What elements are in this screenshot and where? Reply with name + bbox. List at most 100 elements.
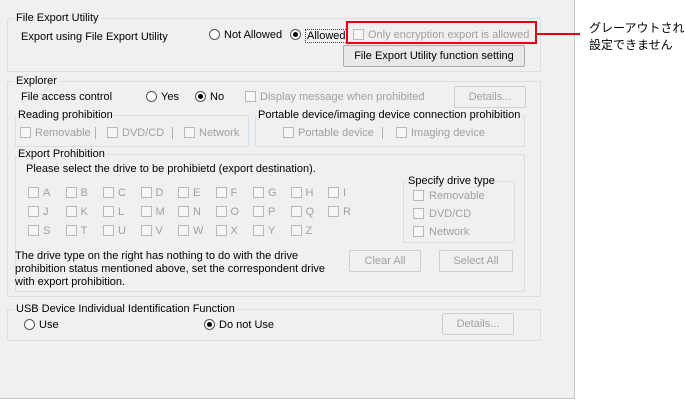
drive-b-label[interactable]: B: [81, 187, 88, 200]
reading-network-checkbox[interactable]: [184, 127, 195, 138]
allowed-label[interactable]: Allowed: [305, 29, 348, 43]
drive-m-label[interactable]: M: [156, 206, 165, 219]
drive-r-checkbox[interactable]: [328, 206, 339, 217]
imaging-device-label[interactable]: Imaging device: [411, 127, 485, 140]
drive-s-label[interactable]: S: [43, 225, 50, 238]
drive-u-label[interactable]: U: [118, 225, 126, 238]
annotation-line2: 設定できません: [589, 38, 673, 52]
drive-w-label[interactable]: W: [193, 225, 203, 238]
file-export-label: Export using File Export Utility: [21, 31, 168, 43]
drive-z-label[interactable]: Z: [306, 225, 313, 238]
reading-dvdcd-checkbox[interactable]: [107, 127, 118, 138]
drive-n-checkbox[interactable]: [178, 206, 189, 217]
drive-b-checkbox[interactable]: [65, 187, 77, 198]
reading-network-label[interactable]: Network: [199, 127, 239, 140]
drive-u-checkbox[interactable]: [103, 225, 114, 236]
drive-type-network-checkbox[interactable]: [413, 226, 424, 237]
drive-m-checkbox[interactable]: [140, 206, 152, 217]
usb-details-button[interactable]: Details...: [442, 313, 514, 335]
separator: [95, 127, 96, 139]
not-allowed-radio[interactable]: [209, 29, 220, 40]
drive-n-label[interactable]: N: [193, 206, 201, 219]
file-export-setting-button[interactable]: File Export Utility function setting: [343, 45, 525, 67]
drive-f-checkbox[interactable]: [215, 187, 227, 198]
drive-type-title: Specify drive type: [406, 175, 497, 188]
drive-w-checkbox[interactable]: [178, 225, 189, 236]
drive-o-checkbox[interactable]: [215, 206, 227, 217]
drive-g-label[interactable]: G: [268, 187, 277, 200]
usb-do-not-use-radio[interactable]: [204, 319, 215, 330]
drive-type-removable-label[interactable]: Removable: [429, 190, 485, 203]
drive-g-checkbox[interactable]: [253, 187, 264, 198]
drive-j-checkbox[interactable]: [28, 206, 39, 217]
allowed-radio[interactable]: [290, 29, 301, 40]
drive-v-label[interactable]: V: [156, 225, 163, 238]
drive-k-label[interactable]: K: [81, 206, 88, 219]
usb-do-not-use-label[interactable]: Do not Use: [219, 319, 274, 332]
select-all-button[interactable]: Select All: [439, 250, 513, 272]
drive-q-label[interactable]: Q: [306, 206, 315, 219]
drive-c-label[interactable]: C: [118, 187, 126, 200]
drive-p-checkbox[interactable]: [253, 206, 264, 217]
drive-e-label[interactable]: E: [193, 187, 200, 200]
drive-type-dvdcd-label[interactable]: DVD/CD: [429, 208, 471, 221]
not-allowed-label[interactable]: Not Allowed: [224, 29, 282, 42]
file-access-yes-radio[interactable]: [146, 91, 157, 102]
drive-type-removable-checkbox[interactable]: [413, 190, 424, 201]
display-message-label[interactable]: Display message when prohibited: [260, 91, 424, 104]
drive-q-checkbox[interactable]: [290, 206, 302, 217]
imaging-device-checkbox[interactable]: [396, 127, 407, 138]
drive-e-checkbox[interactable]: [178, 187, 189, 198]
annotation-line1: グレーアウトされ: [589, 21, 685, 35]
drive-d-checkbox[interactable]: [140, 187, 152, 198]
file-access-no-radio[interactable]: [195, 91, 206, 102]
portable-device-checkbox[interactable]: [283, 127, 294, 138]
drive-y-label[interactable]: Y: [268, 225, 275, 238]
drive-t-checkbox[interactable]: [65, 225, 77, 236]
separator: [172, 127, 173, 139]
drive-r-label[interactable]: R: [343, 206, 351, 219]
export-note-line3: with export prohibition.: [15, 276, 126, 288]
drive-h-checkbox[interactable]: [290, 187, 302, 198]
export-note-line2: prohibition status mentioned above, set …: [15, 263, 326, 275]
file-access-yes-label[interactable]: Yes: [161, 91, 179, 104]
drive-i-label[interactable]: I: [343, 187, 346, 200]
drive-d-label[interactable]: D: [156, 187, 164, 200]
portable-device-label[interactable]: Portable device: [298, 127, 374, 140]
drive-j-label[interactable]: J: [43, 206, 49, 219]
drive-h-label[interactable]: H: [306, 187, 314, 200]
file-access-no-label[interactable]: No: [210, 91, 224, 104]
reading-removable-checkbox[interactable]: [20, 127, 31, 138]
display-message-checkbox[interactable]: [245, 91, 256, 102]
export-prohibition-title: Export Prohibition: [16, 148, 107, 161]
drive-y-checkbox[interactable]: [253, 225, 264, 236]
drive-type-network-label[interactable]: Network: [429, 226, 469, 239]
drive-z-checkbox[interactable]: [290, 225, 302, 236]
drive-x-checkbox[interactable]: [215, 225, 227, 236]
drive-x-label[interactable]: X: [231, 225, 238, 238]
usb-use-radio[interactable]: [24, 319, 35, 330]
explorer-details-button[interactable]: Details...: [454, 86, 526, 108]
reading-dvdcd-label[interactable]: DVD/CD: [122, 127, 164, 140]
usb-group-title: USB Device Individual Identification Fun…: [14, 303, 237, 316]
drive-c-checkbox[interactable]: [103, 187, 114, 198]
reading-removable-label[interactable]: Removable: [35, 127, 91, 140]
clear-all-button[interactable]: Clear All: [349, 250, 421, 272]
drive-type-dvdcd-checkbox[interactable]: [413, 208, 424, 219]
usb-use-label[interactable]: Use: [39, 319, 59, 332]
drive-s-checkbox[interactable]: [28, 225, 39, 236]
drive-v-checkbox[interactable]: [140, 225, 152, 236]
drive-t-label[interactable]: T: [81, 225, 88, 238]
drive-f-label[interactable]: F: [231, 187, 238, 200]
drive-l-label[interactable]: L: [118, 206, 124, 219]
drive-a-checkbox[interactable]: [28, 187, 39, 198]
drive-p-label[interactable]: P: [268, 206, 275, 219]
drive-l-checkbox[interactable]: [103, 206, 114, 217]
drive-a-label[interactable]: A: [43, 187, 50, 200]
reading-prohibition-title: Reading prohibition: [16, 109, 115, 122]
drive-i-checkbox[interactable]: [328, 187, 339, 198]
drive-o-label[interactable]: O: [231, 206, 240, 219]
settings-panel: File Export Utility Export using File Ex…: [0, 0, 575, 399]
annotation-note: グレーアウトされ 設定できません: [589, 20, 685, 54]
drive-k-checkbox[interactable]: [65, 206, 77, 217]
